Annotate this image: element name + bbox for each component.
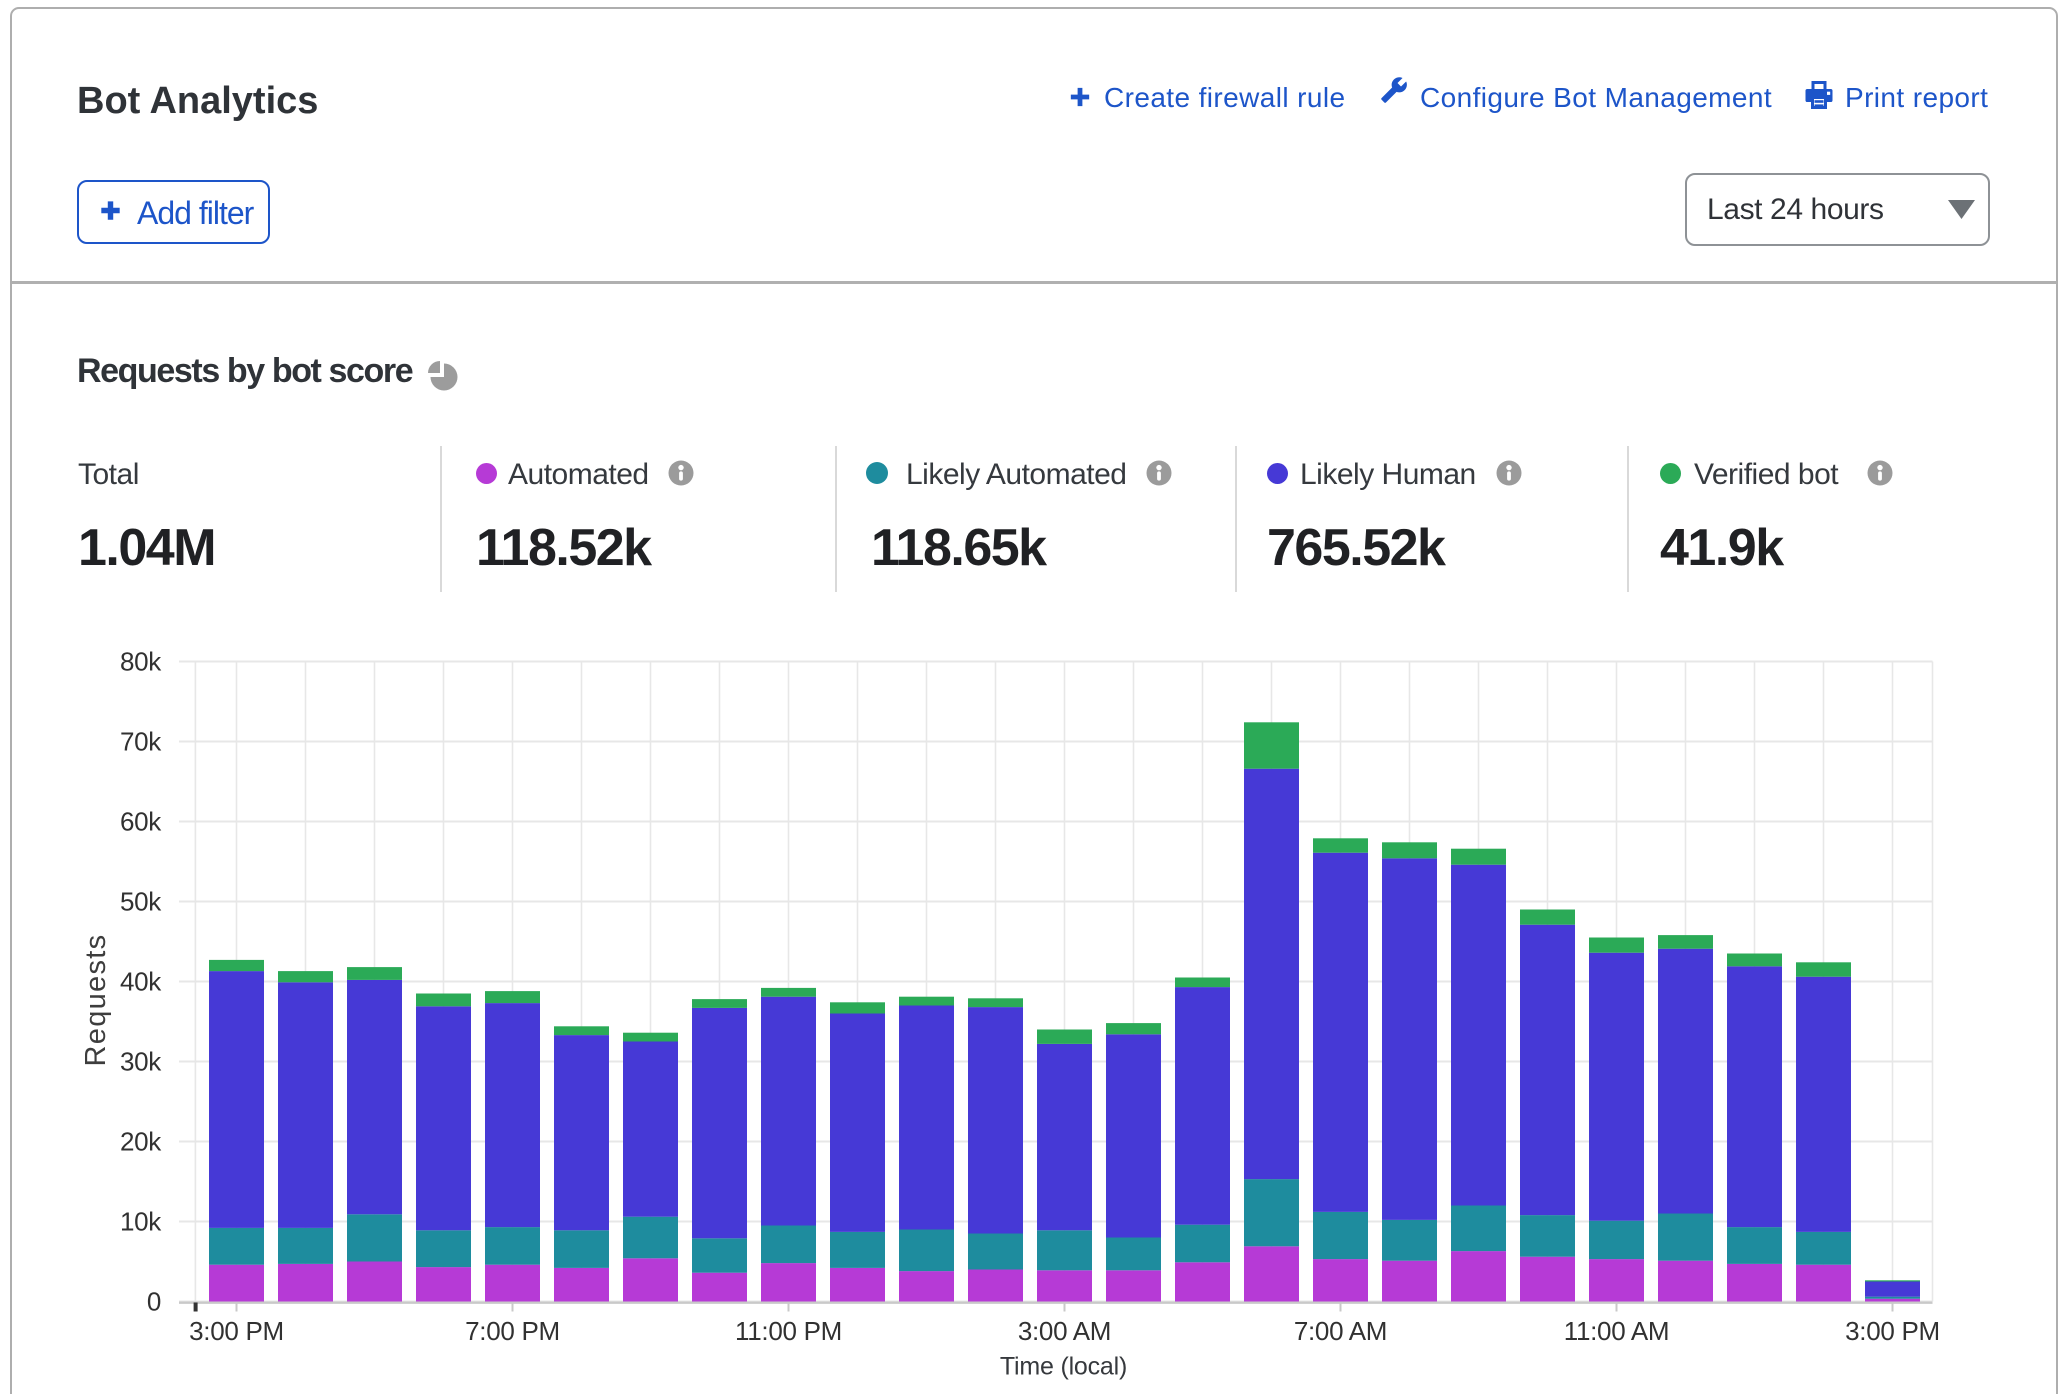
svg-text:80k: 80k — [120, 647, 162, 677]
svg-text:50k: 50k — [120, 887, 162, 917]
svg-text:30k: 30k — [120, 1047, 162, 1077]
svg-text:7:00 PM: 7:00 PM — [465, 1316, 560, 1346]
svg-text:60k: 60k — [120, 807, 162, 837]
svg-text:70k: 70k — [120, 727, 162, 757]
svg-text:10k: 10k — [120, 1207, 162, 1237]
svg-text:Requests: Requests — [80, 934, 112, 1067]
svg-text:0: 0 — [147, 1287, 161, 1317]
svg-text:20k: 20k — [120, 1127, 162, 1157]
svg-text:40k: 40k — [120, 967, 162, 997]
svg-text:3:00 PM: 3:00 PM — [1845, 1316, 1940, 1346]
svg-text:Time (local): Time (local) — [1000, 1353, 1127, 1381]
svg-text:7:00 AM: 7:00 AM — [1294, 1316, 1387, 1346]
svg-text:11:00 AM: 11:00 AM — [1564, 1316, 1670, 1346]
svg-text:3:00 PM: 3:00 PM — [189, 1316, 284, 1346]
svg-text:11:00 PM: 11:00 PM — [735, 1316, 842, 1346]
svg-text:3:00 AM: 3:00 AM — [1018, 1316, 1111, 1346]
